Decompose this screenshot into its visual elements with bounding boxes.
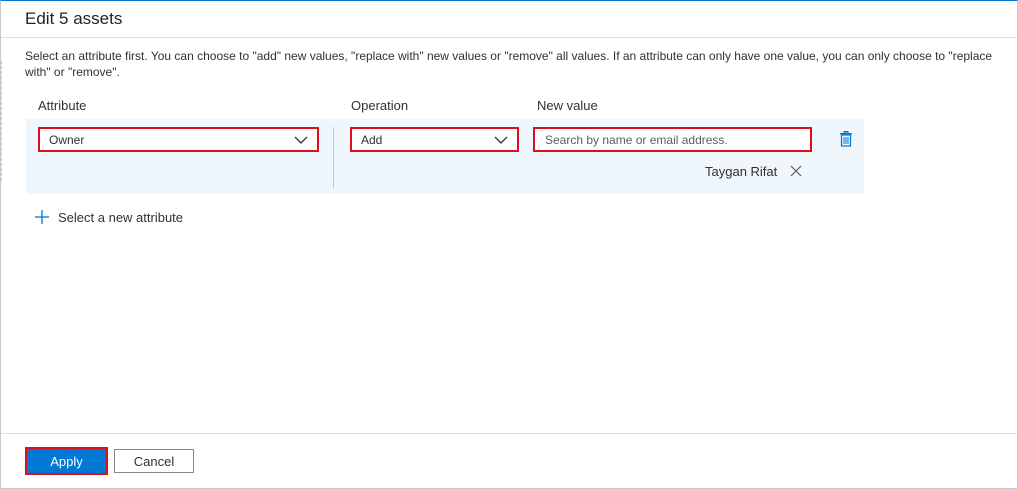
attribute-dropdown[interactable]: Owner [38, 127, 319, 152]
title-divider [1, 37, 1017, 38]
edit-assets-dialog: Edit 5 assets Select an attribute first.… [0, 0, 1018, 489]
operation-dropdown-value: Add [361, 132, 383, 147]
chevron-down-icon [294, 136, 308, 144]
close-icon[interactable] [790, 165, 802, 177]
cancel-button-label: Cancel [133, 453, 175, 469]
apply-button-label: Apply [50, 453, 83, 469]
footer-divider [1, 433, 1017, 434]
left-edge-marker [1, 61, 3, 181]
column-header-operation: Operation [351, 98, 409, 113]
row-divider [333, 127, 334, 188]
select-new-attribute-button[interactable]: Select a new attribute [34, 209, 183, 225]
chevron-down-icon [494, 136, 508, 144]
selected-value-chip: Taygan Rifat [705, 164, 778, 179]
dialog-description: Select an attribute first. You can choos… [25, 49, 993, 79]
cancel-button[interactable]: Cancel [114, 449, 194, 473]
apply-button[interactable]: Apply [25, 447, 108, 475]
new-value-search-input[interactable] [533, 127, 812, 152]
attribute-dropdown-value: Owner [49, 132, 85, 147]
select-new-attribute-label: Select a new attribute [58, 209, 184, 225]
dialog-title: Edit 5 assets [25, 9, 123, 28]
trash-icon[interactable] [839, 131, 853, 147]
column-header-attribute: Attribute [38, 98, 87, 113]
column-header-new-value: New value [537, 98, 598, 113]
plus-icon [35, 210, 49, 224]
operation-dropdown[interactable]: Add [350, 127, 519, 152]
